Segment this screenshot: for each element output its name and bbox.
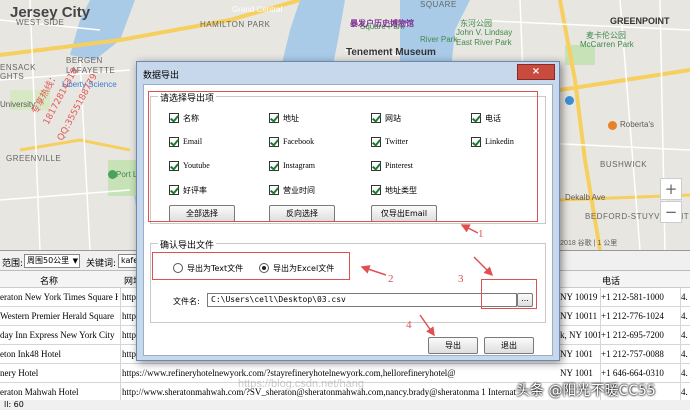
cell-phone: +1 646-664-0310 — [601, 368, 664, 378]
map-poi-restaurant-icon[interactable] — [608, 121, 617, 130]
export-dialog: 数据导出 × 请选择导出项 名称 地址 网站 电话 Email Facebook… — [136, 61, 560, 361]
map-label-tenement-cjk: 暴发户历史博物馆 — [350, 19, 414, 28]
range-select-value: 周围50公里 — [27, 256, 70, 265]
zoom-in-button[interactable]: + — [660, 178, 682, 200]
map-label-bergen: BERGEN — [66, 56, 103, 65]
cell-url: https://www.refineryhotelnewyork.com/?st… — [122, 368, 456, 378]
annotation-number-1: 1 — [478, 228, 484, 240]
cell-rating: 4. — [681, 311, 688, 321]
dialog-title: 数据导出 — [143, 71, 180, 81]
blog-watermark: https://blog.csdn.net/hang — [238, 378, 364, 390]
cell-address: NY 10019 — [560, 292, 598, 302]
map-label-greenpoint: GREENPOINT — [610, 16, 670, 26]
cell-phone: +1 212-695-7200 — [601, 330, 664, 340]
cell-rating: 4. — [681, 292, 688, 302]
close-icon: × — [531, 66, 541, 77]
annotation-arrow-1 — [460, 224, 479, 234]
cell-phone: +1 212-757-0088 — [601, 349, 664, 359]
map-label-square: SQUARE — [420, 0, 457, 9]
cell-rating: 4. — [681, 387, 688, 397]
map-label-ghts: GHTS — [0, 72, 25, 81]
cell-phone: +1 212-776-1024 — [601, 311, 664, 321]
range-select[interactable]: 周围50公里 ▼ — [24, 254, 80, 268]
map-label-mccarren-park: McCarren Park — [580, 40, 634, 49]
annotation-box-2 — [152, 252, 350, 280]
cell-rating: 4. — [681, 368, 688, 378]
map-poi-transit-icon[interactable] — [565, 96, 574, 105]
annotation-number-2: 2 — [388, 273, 394, 285]
status-bar: ll: 60 — [0, 400, 690, 410]
map-label-dekalb: Dekalb Ave — [565, 193, 606, 202]
dialog-body: 请选择导出项 名称 地址 网站 电话 Email Facebook Twitte… — [143, 84, 553, 356]
keyword-label: 关键词: — [86, 259, 117, 269]
map-label-east-river-park: East River Park — [456, 38, 512, 47]
credit-watermark: 头条 @阳光不暖CC55 — [516, 383, 656, 399]
map-label-ensack: ENSACK — [0, 63, 36, 72]
filename-input[interactable]: C:\Users\cell\Desktop\03.csv — [207, 293, 517, 307]
annotation-number-3: 3 — [458, 273, 464, 285]
cell-name: Western Premier Herald Square — [0, 311, 114, 321]
column-header-phone[interactable]: 电话 — [602, 274, 620, 287]
export-button[interactable]: 导出 — [428, 337, 478, 354]
map-label-grand-central: Grand Central — [232, 5, 283, 14]
cell-name: eraton Mahwah Hotel — [0, 387, 79, 397]
cell-name: nery Hotel — [0, 368, 39, 378]
map-label-hamilton-park: HAMILTON PARK — [200, 20, 271, 29]
map-label-bushwick: BUSHWICK — [600, 160, 648, 169]
export-file-legend: 确认导出文件 — [158, 238, 217, 251]
close-button[interactable]: × — [517, 64, 555, 80]
map-poi-park-icon[interactable] — [108, 170, 117, 179]
cell-address: NY 1001 — [560, 349, 593, 359]
annotation-number-4: 4 — [406, 319, 412, 331]
cell-name: eraton New York Times Square Ho — [0, 292, 118, 302]
cell-phone: +1 212-581-1000 — [601, 292, 664, 302]
map-label-west-side: WEST SIDE — [16, 18, 65, 27]
cell-address: NY 1001 — [560, 368, 593, 378]
annotation-box-3 — [481, 279, 537, 309]
map-label-greenville: GREENVILLE — [6, 154, 62, 163]
range-label: 范围: — [2, 259, 24, 269]
cancel-button[interactable]: 退出 — [484, 337, 534, 354]
cell-rating: 4. — [681, 330, 688, 340]
map-label-roberta: Roberta's — [620, 120, 654, 129]
map-copyright: ©2018 谷歌 | 1 公里 — [555, 240, 618, 247]
cell-name: day Inn Express New York City — [0, 330, 115, 340]
map-label-river-park: River Park — [420, 35, 458, 44]
column-header-name[interactable]: 名称 — [40, 274, 58, 287]
filename-label: 文件名: — [173, 297, 200, 306]
zoom-out-button[interactable]: − — [660, 201, 682, 223]
map-label-john-v-lindsay: John V. Lindsay — [456, 28, 513, 37]
map-label-tenement-museum: Tenement Museum — [346, 47, 436, 58]
cell-address: NY 10011 — [560, 311, 598, 321]
cell-name: eton Ink48 Hotel — [0, 349, 61, 359]
annotation-box-1 — [148, 91, 538, 222]
chevron-down-icon: ▼ — [72, 257, 78, 265]
cell-address: k, NY 1001 — [560, 330, 600, 340]
cell-rating: 4. — [681, 349, 688, 359]
dialog-titlebar[interactable]: 数据导出 × — [137, 62, 559, 84]
